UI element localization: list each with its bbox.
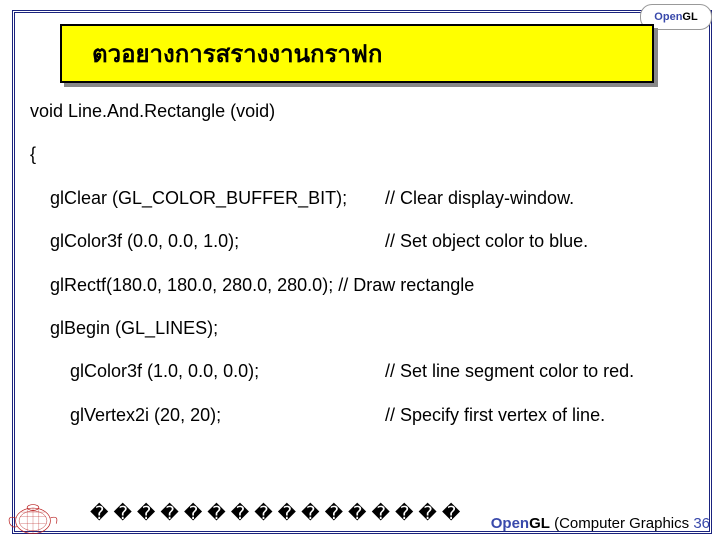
code-brace: { — [30, 143, 700, 166]
code-line-3: glRectf(180.0, 180.0, 280.0, 280.0); // … — [30, 274, 700, 297]
logo-gl: GL — [682, 11, 697, 23]
code-line-6: glVertex2i (20, 20); // Specify first ve… — [30, 404, 700, 427]
code-line-4: glBegin (GL_LINES); — [30, 317, 700, 340]
footer-label: (Computer Graphics — [550, 515, 693, 532]
code-6-call: glVertex2i (20, 20); — [70, 404, 385, 427]
code-6-comment: // Specify first vertex of line. — [385, 404, 700, 427]
slide-title-box: ตวอยางการสรางงานกราฟก — [60, 24, 654, 83]
code-1-comment: // Clear display-window. — [385, 187, 700, 210]
code-line-2: glColor3f (0.0, 0.0, 1.0); // Set object… — [30, 230, 700, 253]
teapot-icon — [4, 494, 62, 536]
page-number: 36 — [693, 515, 710, 532]
code-line-5: glColor3f (1.0, 0.0, 0.0); // Set line s… — [30, 360, 700, 383]
code-5-comment: // Set line segment color to red. — [385, 360, 700, 383]
code-signature: void Line.And.Rectangle (void) — [30, 100, 700, 123]
footer-open: Open — [491, 515, 529, 532]
code-2-comment: // Set object color to blue. — [385, 230, 700, 253]
code-line-1: glClear (GL_COLOR_BUFFER_BIT); // Clear … — [30, 187, 700, 210]
code-2-call: glColor3f (0.0, 0.0, 1.0); — [50, 230, 385, 253]
logo-open: Open — [654, 11, 682, 23]
code-5-call: glColor3f (1.0, 0.0, 0.0); — [70, 360, 385, 383]
slide-title: ตวอยางการสรางงานกราฟก — [92, 34, 382, 73]
footer-gl: GL — [529, 515, 550, 532]
footer-text: OpenGL (Computer Graphics 36 — [491, 515, 710, 532]
code-content: void Line.And.Rectangle (void) { glClear… — [30, 100, 700, 447]
footer-placeholder-glyphs: ���������������� — [90, 503, 465, 524]
code-1-call: glClear (GL_COLOR_BUFFER_BIT); — [50, 187, 385, 210]
